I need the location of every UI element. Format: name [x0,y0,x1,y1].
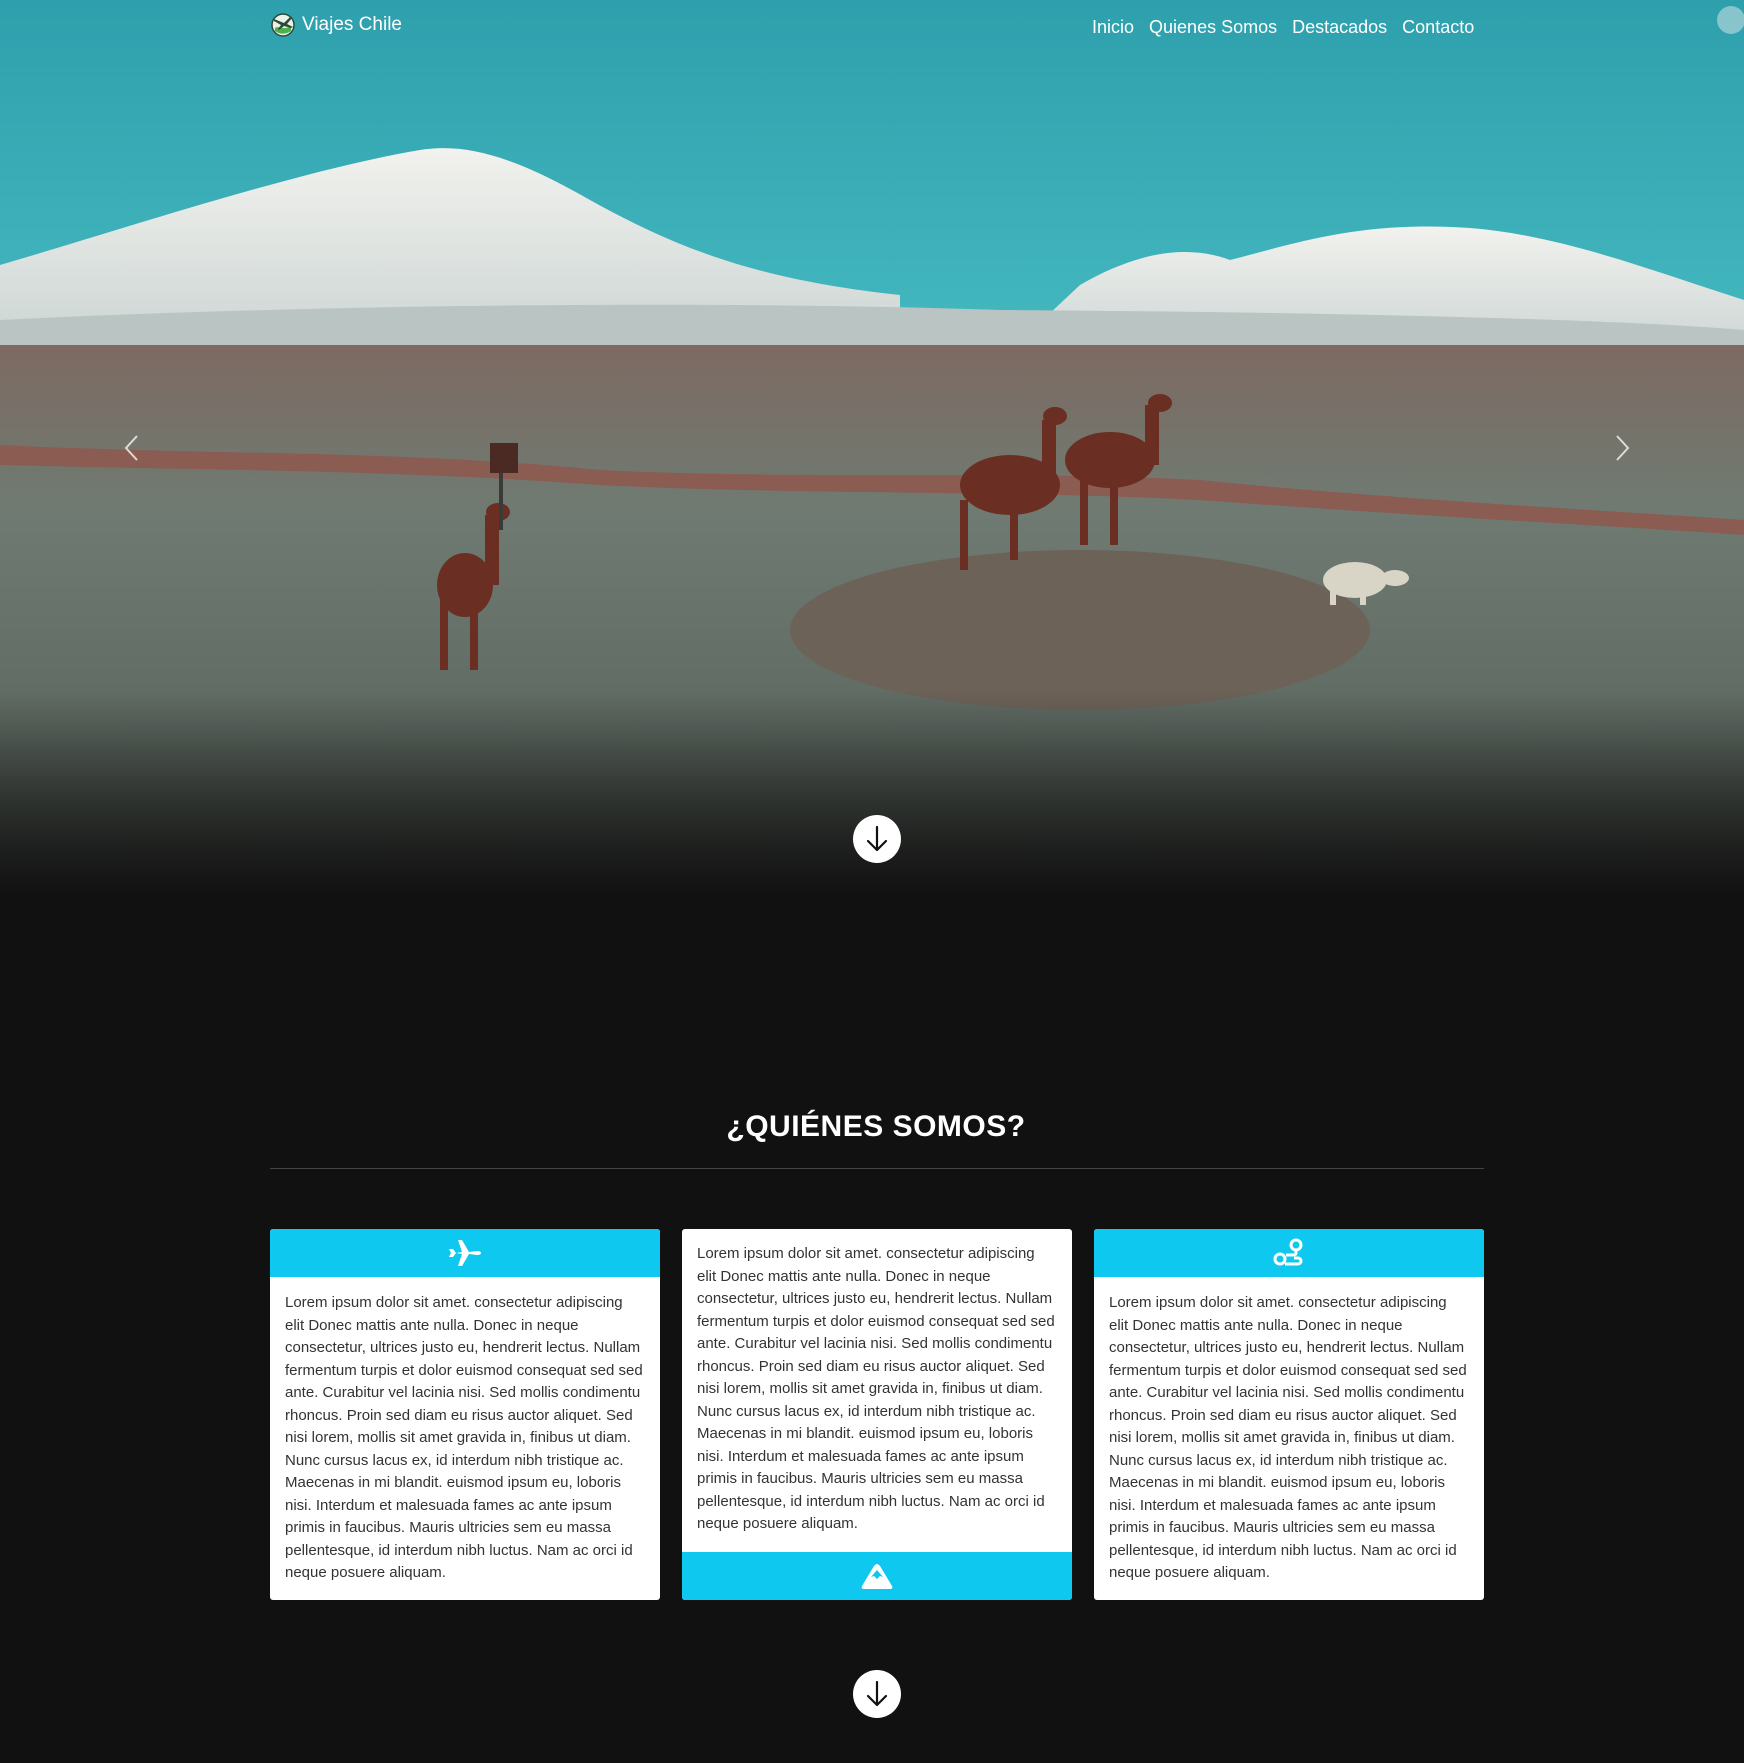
about-card: Lorem ipsum dolor sit amet. consectetur … [1094,1229,1484,1600]
brand[interactable]: Viajes Chile [269,10,402,40]
arrow-down-icon [866,1680,888,1707]
plane-icon [449,1240,481,1266]
card-text: Lorem ipsum dolor sit amet. consectetur … [285,1294,643,1581]
route-icon [1273,1238,1303,1266]
carousel-prev-button[interactable] [120,432,144,464]
scroll-down-button[interactable] [853,1670,901,1718]
chevron-left-icon [124,435,138,461]
about-card: Lorem ipsum dolor sit amet. consectetur … [270,1229,660,1600]
nav-link-destacados[interactable]: Destacados [1292,14,1387,40]
nav-link-quienes-somos[interactable]: Quienes Somos [1149,14,1277,40]
brand-name: Viajes Chile [302,14,402,35]
card-header [1094,1229,1484,1277]
about-title: ¿QUIÉNES SOMOS? [726,1110,1026,1143]
fullscreen-icon[interactable] [1717,6,1744,34]
scroll-down-button[interactable] [853,815,901,863]
card-header [270,1229,660,1277]
chevron-right-icon [1616,435,1630,461]
hero-image [0,0,1744,895]
mountain-icon [861,1564,893,1589]
card-footer [682,1552,1072,1600]
nav-link-contacto[interactable]: Contacto [1402,14,1474,40]
nav-links: Inicio Quienes Somos Destacados Contacto [1092,14,1474,40]
navbar: Viajes Chile Inicio Quienes Somos Destac… [0,0,1744,56]
arrow-down-icon [866,825,888,852]
hero-carousel: Viajes Chile Inicio Quienes Somos Destac… [0,0,1744,895]
card-text: Lorem ipsum dolor sit amet. consectetur … [1109,1294,1467,1581]
nav-link-inicio[interactable]: Inicio [1092,14,1134,40]
carousel-next-button[interactable] [1610,432,1634,464]
section-divider [270,1168,1484,1169]
card-text: Lorem ipsum dolor sit amet. consectetur … [697,1245,1055,1532]
globe-plane-icon [271,13,295,37]
about-card: Lorem ipsum dolor sit amet. consectetur … [682,1229,1072,1600]
